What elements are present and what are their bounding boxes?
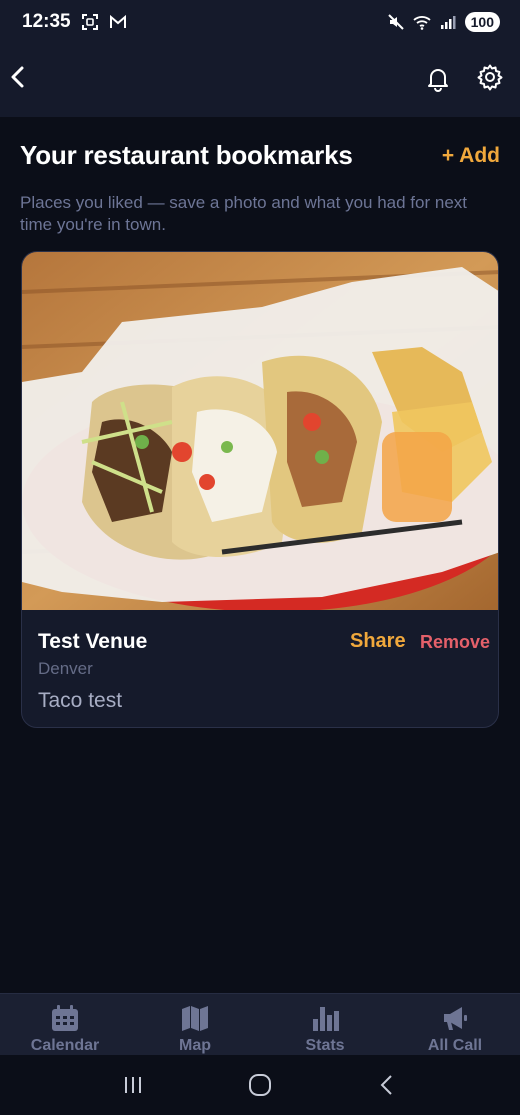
chevron-left-icon[interactable] <box>6 62 30 92</box>
add-bookmark-button[interactable]: + Add <box>442 144 500 168</box>
bookmark-name: Test Venue <box>38 630 148 653</box>
bookmark-city: Denver <box>38 659 93 678</box>
app-header <box>0 44 520 117</box>
tab-calendar[interactable]: Calendar <box>0 994 130 1055</box>
tab-label-stats: Stats <box>305 1037 345 1054</box>
system-nav-bar <box>0 1055 520 1115</box>
tab-all-call[interactable]: All Call <box>390 994 520 1055</box>
tab-map[interactable]: Map <box>130 994 260 1055</box>
bookmark-card: Test Venue Denver Taco test Share Remove <box>21 251 499 728</box>
remove-button[interactable]: Remove <box>420 632 490 653</box>
gmail-icon <box>109 14 126 28</box>
stats-icon <box>313 1007 339 1031</box>
tab-stats[interactable]: Stats <box>260 994 390 1055</box>
gear-icon[interactable] <box>476 63 504 91</box>
signal-icon <box>440 16 456 29</box>
bell-icon[interactable] <box>424 64 452 92</box>
calendar-icon <box>52 1005 78 1031</box>
recents-icon[interactable] <box>118 1070 148 1100</box>
page-subtitle: Places you liked — save a photo and what… <box>20 193 467 234</box>
status-right: 100 <box>387 12 500 32</box>
status-left: 12:35 <box>22 11 127 33</box>
tab-label-all-call: All Call <box>427 1037 483 1054</box>
share-button[interactable]: Share <box>350 630 406 653</box>
back-icon[interactable] <box>372 1070 402 1100</box>
map-icon <box>182 1006 208 1031</box>
megaphone-icon <box>444 1007 467 1030</box>
mute-icon <box>387 14 404 30</box>
bookmark-note: Taco test <box>38 689 123 712</box>
screenshot-icon <box>81 14 98 30</box>
battery-indicator: 100 <box>464 12 500 32</box>
bottom-tab-bar: Calendar Map Stats All Call <box>0 993 520 1055</box>
title-row: Your restaurant bookmarks + Add <box>20 140 500 171</box>
wifi-icon <box>413 16 431 30</box>
status-bar: 12:35 100 <box>0 0 520 44</box>
tab-label-calendar: Calendar <box>30 1037 100 1054</box>
status-time: 12:35 <box>22 11 71 32</box>
tacos-photo <box>22 252 498 610</box>
home-icon[interactable] <box>245 1070 275 1100</box>
tab-label-map: Map <box>179 1037 211 1054</box>
page-title: Your restaurant bookmarks <box>20 140 353 170</box>
